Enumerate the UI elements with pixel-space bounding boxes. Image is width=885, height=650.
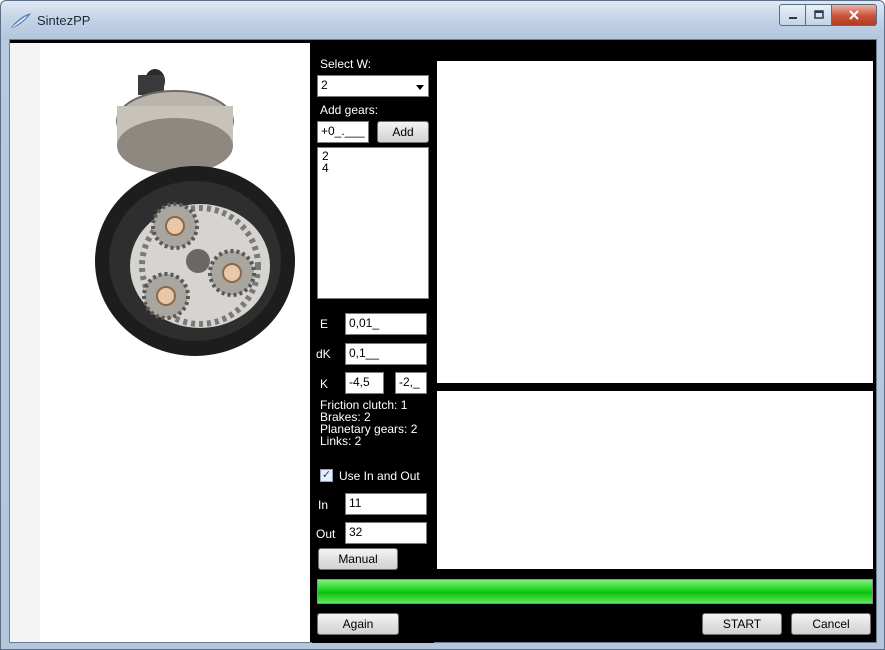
k-max-input[interactable]: -2,_ (395, 372, 427, 394)
use-in-out-checkbox[interactable]: ✓ (320, 469, 333, 482)
close-icon (849, 10, 859, 20)
use-in-out-label: Use In and Out (339, 469, 420, 483)
minimize-icon (788, 17, 797, 19)
controls-panel: Select W: 2 Add gears: +0_.___ Add 2 4 E… (312, 43, 434, 643)
window-title: SintezPP (37, 13, 91, 28)
start-button[interactable]: START (702, 613, 782, 635)
feather-app-icon (11, 13, 31, 28)
close-button[interactable] (831, 4, 877, 26)
select-w-dropdown[interactable]: 2 (317, 75, 429, 97)
image-panel (10, 43, 310, 642)
in-label: In (318, 498, 329, 512)
info-block: Friction clutch: 1 Brakes: 2 Planetary g… (320, 399, 417, 447)
progress-bar (317, 579, 873, 604)
out-label: Out (316, 527, 336, 541)
dk-input[interactable]: 0,1__ (345, 343, 427, 365)
add-gears-label: Add gears: (320, 103, 379, 117)
dk-label: dK (316, 347, 331, 361)
scheme-canvas[interactable] (437, 61, 873, 383)
in-input[interactable]: 11 (345, 493, 427, 515)
out-input[interactable]: 32 (345, 522, 427, 544)
k-min-input[interactable]: -4,5 (345, 372, 384, 394)
maximize-button[interactable] (805, 4, 832, 26)
title-bar[interactable]: SintezPP (1, 1, 884, 39)
chevron-down-icon[interactable] (416, 85, 424, 90)
progress-fill (318, 580, 872, 603)
gears-listbox[interactable]: 2 4 (317, 147, 429, 299)
k-label: K (320, 377, 329, 391)
list-item[interactable]: 4 (322, 162, 424, 174)
minimize-button[interactable] (779, 4, 806, 26)
add-gears-input[interactable]: +0_.___ (317, 121, 369, 143)
cancel-button[interactable]: Cancel (791, 613, 871, 635)
output-canvas[interactable] (437, 391, 873, 569)
e-label: E (320, 317, 329, 331)
list-item[interactable]: 2 (322, 150, 424, 162)
app-window: SintezPP Select W: 2 Add gears: +0_.___ … (0, 0, 885, 650)
manual-button[interactable]: Manual (318, 548, 398, 570)
check-icon: ✓ (321, 469, 332, 481)
e-input[interactable]: 0,01_ (345, 313, 427, 335)
select-w-value: 2 (321, 78, 328, 92)
add-button[interactable]: Add (377, 121, 429, 143)
maximize-icon (813, 10, 824, 19)
links-count: Links: 2 (320, 434, 362, 448)
again-button[interactable]: Again (317, 613, 399, 635)
planetary-gearbox-image (95, 69, 295, 356)
select-w-label: Select W: (320, 57, 372, 71)
